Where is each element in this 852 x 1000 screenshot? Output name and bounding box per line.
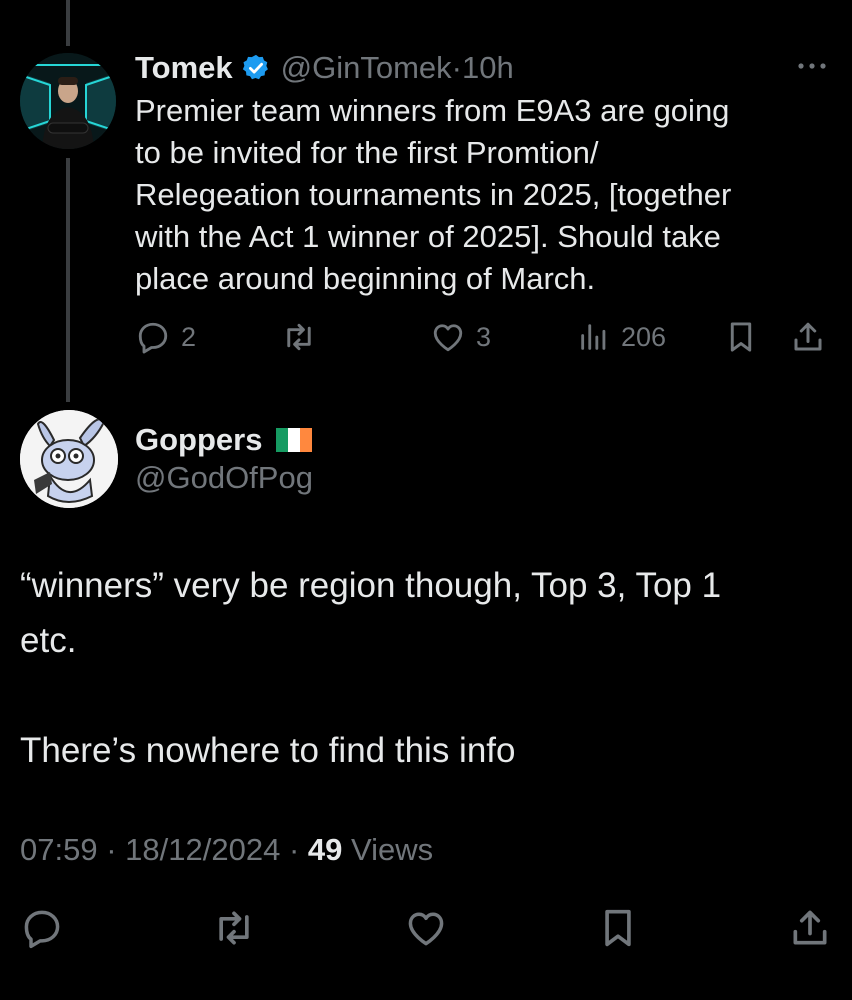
handle[interactable]: @GodOfPog bbox=[135, 460, 313, 496]
views-icon bbox=[581, 324, 606, 350]
reply-count: 2 bbox=[181, 321, 197, 352]
tweet-actions bbox=[0, 900, 852, 956]
retweet-button[interactable] bbox=[280, 315, 328, 359]
retweet-button[interactable] bbox=[210, 900, 258, 956]
reply-button[interactable] bbox=[18, 900, 66, 956]
tweet-thread-screen: Tomek @GinTomek·10h Premier team winners… bbox=[0, 0, 852, 1000]
share-button[interactable] bbox=[786, 900, 834, 956]
retweet-icon bbox=[219, 911, 249, 945]
thread-line bbox=[66, 0, 70, 46]
separator: · bbox=[288, 832, 300, 867]
views-label: Views bbox=[351, 832, 434, 867]
tweet-header: Tomek @GinTomek·10h bbox=[135, 46, 514, 90]
share-icon bbox=[794, 322, 822, 351]
like-icon bbox=[433, 324, 463, 352]
thread-line bbox=[66, 158, 70, 402]
reply-button[interactable]: 2 bbox=[135, 315, 196, 359]
display-name[interactable]: Tomek bbox=[135, 50, 233, 86]
like-count: 3 bbox=[476, 321, 492, 352]
tweet-header: Goppers bbox=[135, 418, 313, 462]
share-button[interactable] bbox=[790, 315, 826, 359]
display-name[interactable]: Goppers bbox=[135, 422, 262, 458]
bookmark-button[interactable] bbox=[725, 315, 757, 359]
tweet-text: “winners” very be region though, Top 3, … bbox=[20, 566, 722, 770]
like-button[interactable]: 3 bbox=[430, 315, 491, 359]
more-icon[interactable] bbox=[796, 56, 828, 76]
timestamp[interactable]: 10h bbox=[462, 50, 514, 85]
avatar[interactable] bbox=[20, 410, 118, 508]
separator: · bbox=[106, 832, 117, 867]
reply-icon bbox=[138, 322, 168, 354]
views-count: 49 bbox=[307, 832, 343, 867]
like-button[interactable] bbox=[402, 900, 450, 956]
tweet-handle-meta: @GinTomek·10h bbox=[281, 50, 514, 86]
handle[interactable]: @GinTomek bbox=[281, 50, 452, 85]
share-icon bbox=[793, 910, 827, 945]
avatar[interactable] bbox=[20, 53, 116, 149]
bookmark-button[interactable] bbox=[594, 900, 642, 956]
verified-icon bbox=[241, 53, 271, 83]
avatar-image bbox=[20, 53, 116, 149]
bookmark-icon bbox=[730, 322, 752, 352]
views-button[interactable]: 206 bbox=[577, 315, 666, 359]
ireland-flag-icon bbox=[276, 428, 313, 452]
retweet-icon bbox=[287, 323, 311, 351]
tweet-text: Premier team winners from E9A3 are going… bbox=[135, 93, 732, 296]
reply-icon bbox=[24, 910, 60, 949]
tweet-actions: 2 3 206 bbox=[135, 315, 835, 359]
bookmark-icon bbox=[605, 909, 631, 947]
date[interactable]: 18/12/2024 bbox=[125, 832, 280, 867]
tweet-meta: 07:59 · 18/12/2024 · 49 Views bbox=[20, 832, 433, 868]
avatar-image bbox=[20, 410, 118, 508]
views-count: 206 bbox=[621, 321, 667, 352]
separator: · bbox=[451, 50, 462, 85]
timestamp[interactable]: 07:59 bbox=[20, 832, 98, 867]
like-icon bbox=[408, 912, 444, 946]
